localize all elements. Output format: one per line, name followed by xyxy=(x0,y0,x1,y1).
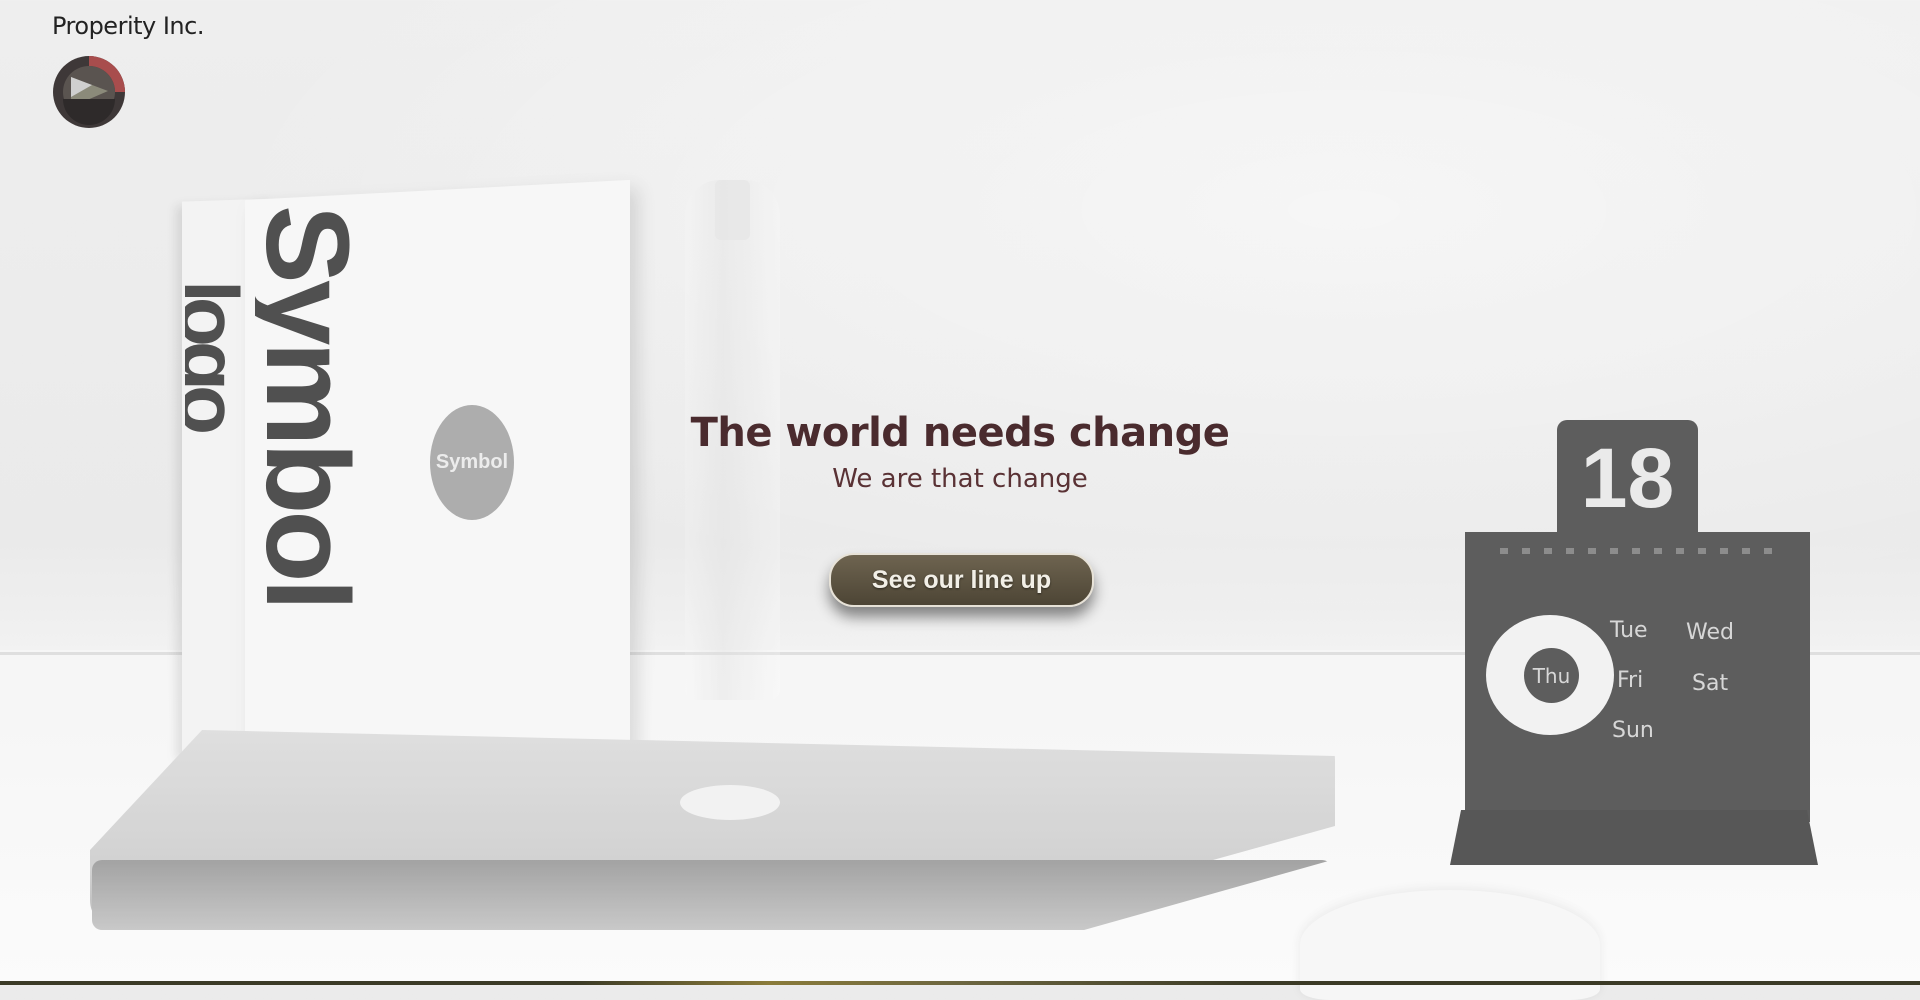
hero: The world needs change We are that chang… xyxy=(0,410,1920,494)
hero-subtitle: We are that change xyxy=(832,464,1088,494)
hero-title: The world needs change xyxy=(690,410,1230,456)
bottom-bar xyxy=(0,981,1920,985)
see-line-up-button[interactable]: See our line up xyxy=(829,553,1094,607)
play-triangle-logo-icon[interactable] xyxy=(52,55,126,129)
brand-name[interactable]: Properity Inc. xyxy=(52,12,204,40)
